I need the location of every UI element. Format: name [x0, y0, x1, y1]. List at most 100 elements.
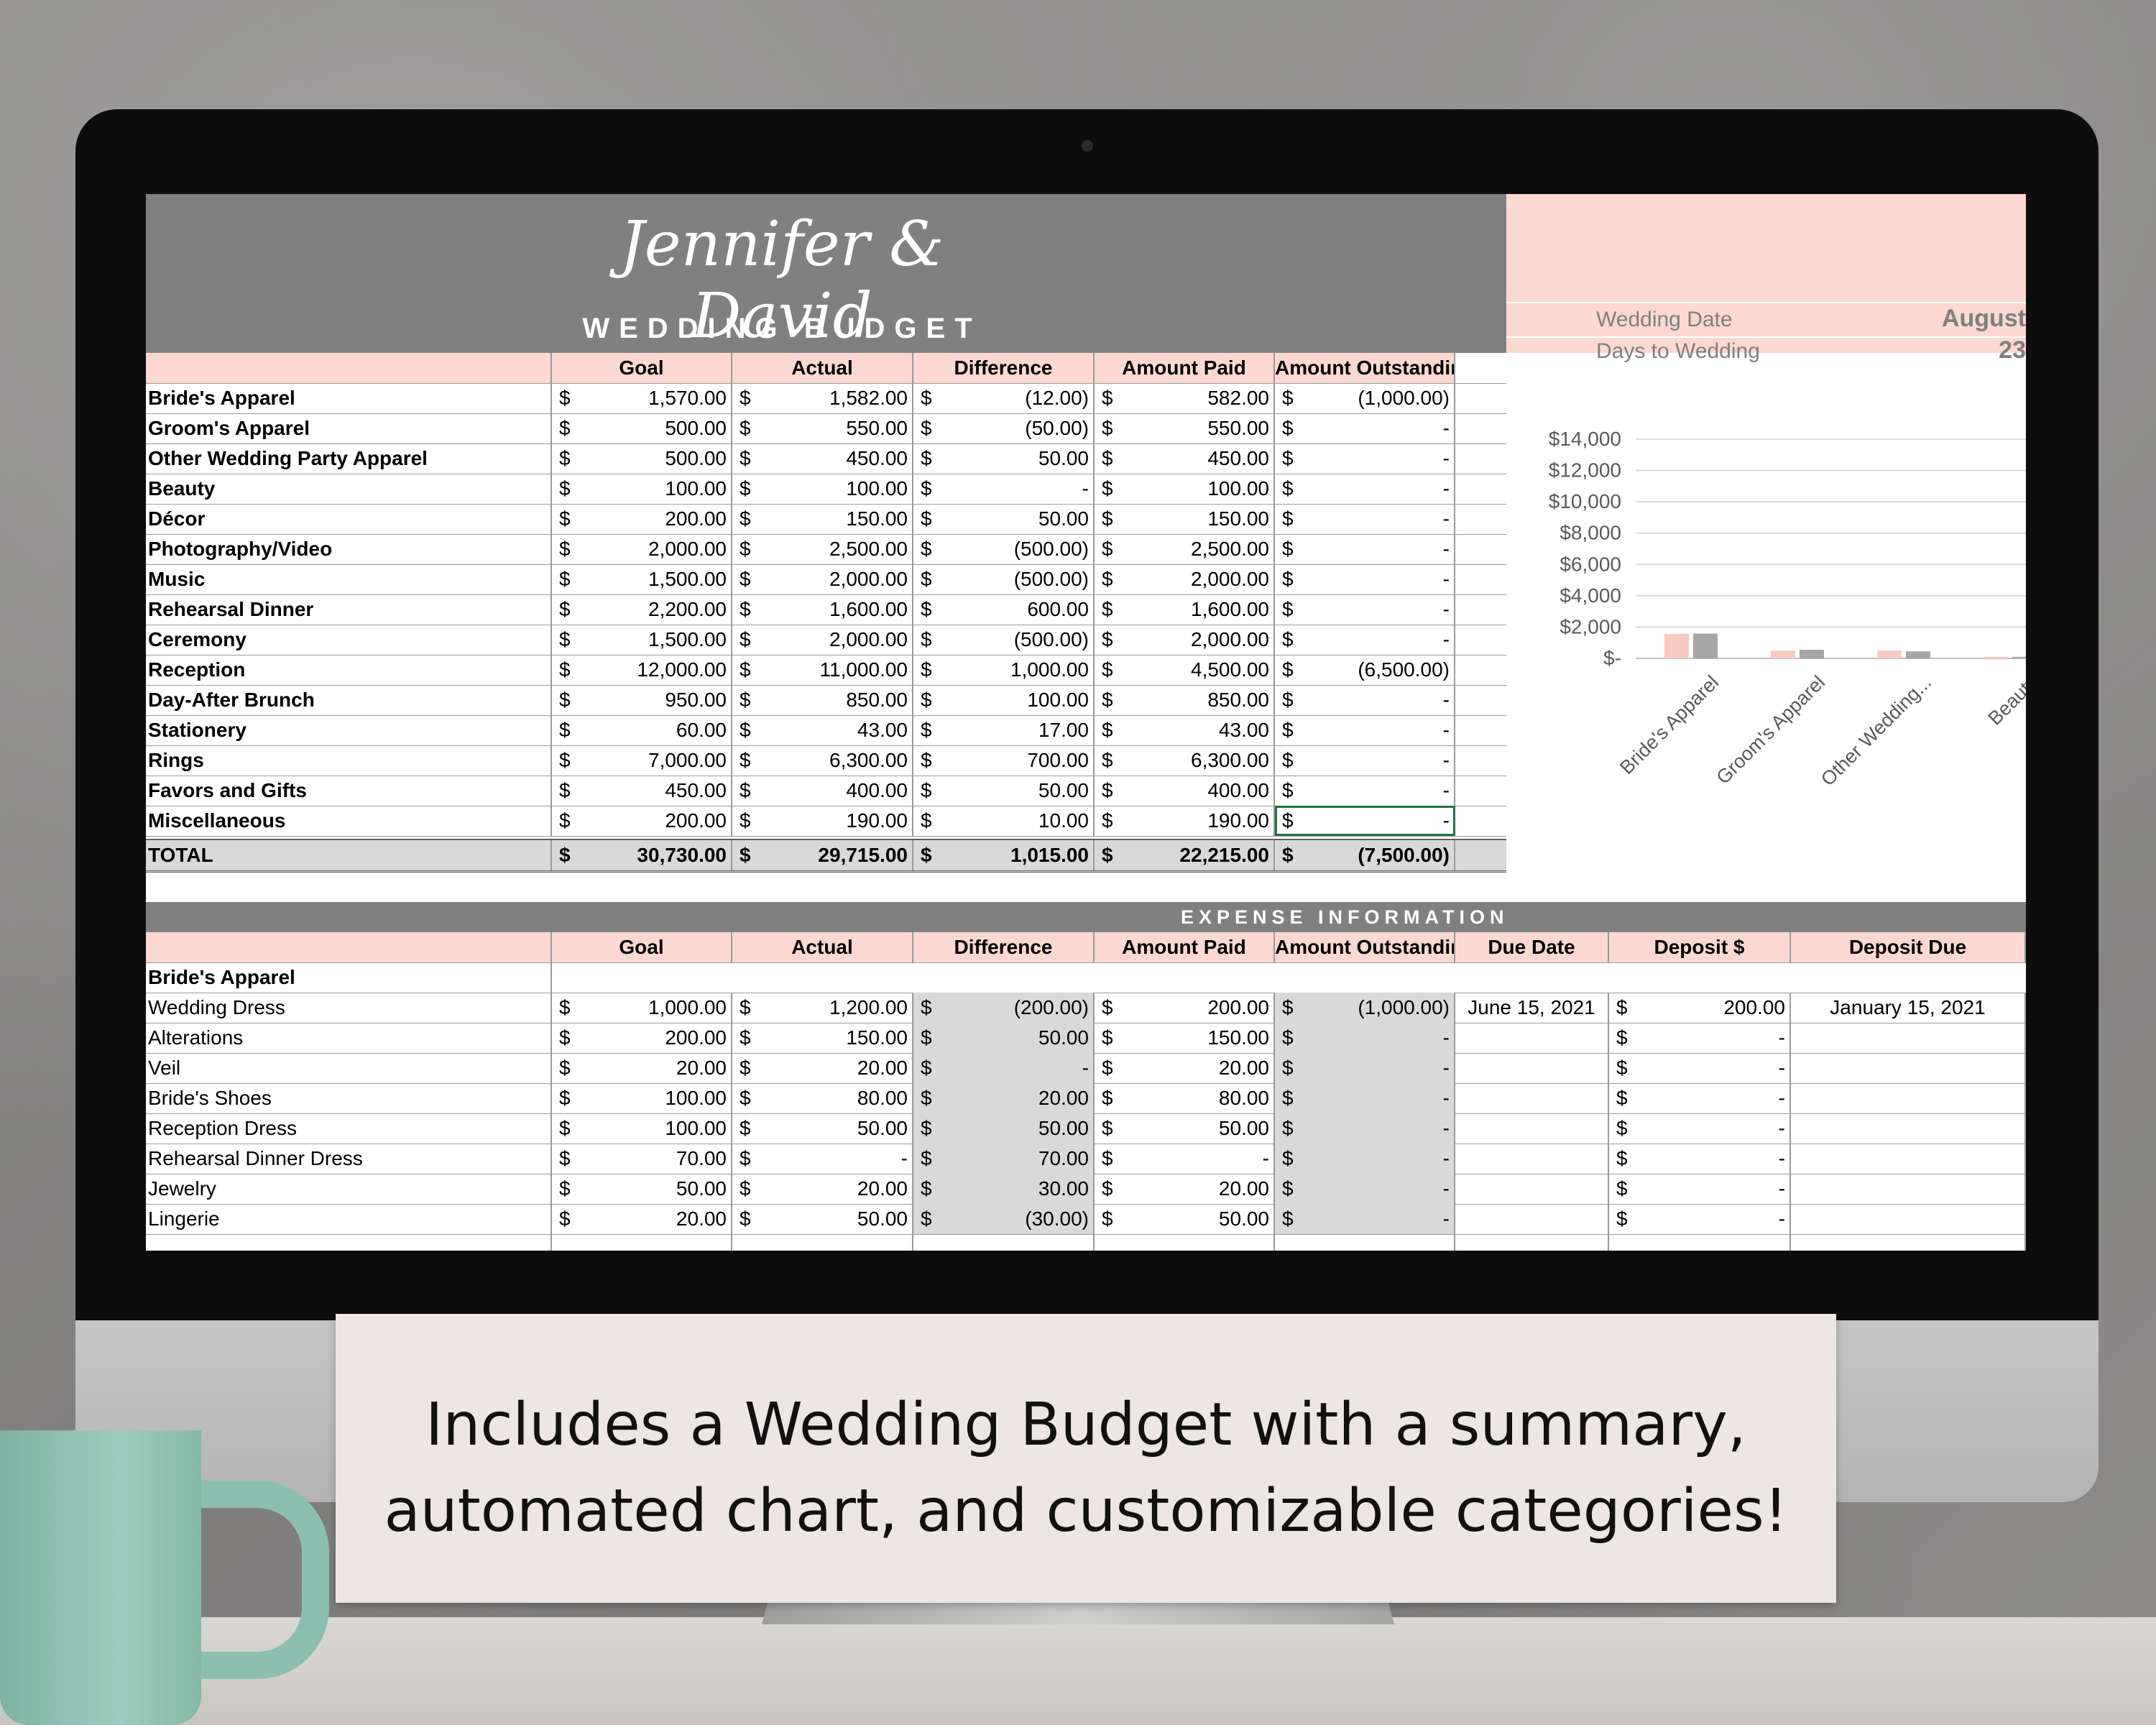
amount-cell[interactable]: $- — [1609, 1023, 1791, 1053]
due-date-cell[interactable]: June 15, 2021 — [1455, 993, 1609, 1023]
amount-cell[interactable]: $2,500.00 — [1095, 534, 1275, 564]
amount-cell[interactable]: $150.00 — [732, 504, 913, 534]
category-name[interactable]: Music — [146, 564, 552, 594]
amount-cell[interactable]: $450.00 — [1095, 443, 1275, 474]
amount-cell[interactable]: $100.00 — [913, 685, 1095, 715]
amount-cell[interactable]: $60.00 — [552, 715, 732, 745]
amount-cell[interactable]: $550.00 — [732, 413, 913, 443]
amount-cell[interactable]: $1,600.00 — [1095, 594, 1275, 625]
amount-cell[interactable]: $43.00 — [732, 715, 913, 745]
amount-cell[interactable]: $- — [1275, 715, 1455, 745]
category-name[interactable]: Bride's Apparel — [146, 383, 552, 413]
amount-cell[interactable]: $7,000.00 — [552, 745, 732, 776]
amount-cell[interactable]: $- — [1609, 1083, 1791, 1113]
amount-cell[interactable]: $150.00 — [1095, 1023, 1275, 1053]
due-date-cell[interactable] — [1455, 1053, 1609, 1083]
amount-cell[interactable]: $2,000.00 — [1095, 564, 1275, 594]
amount-cell[interactable]: $1,500.00 — [552, 564, 732, 594]
item-name[interactable]: Bride's Shoes — [146, 1083, 552, 1113]
amount-cell[interactable]: $(30.00) — [913, 1204, 1095, 1234]
amount-cell[interactable]: $(1,000.00) — [1275, 383, 1455, 413]
amount-cell[interactable]: $20.00 — [552, 1204, 732, 1234]
category-name[interactable]: Favors and Gifts — [146, 776, 552, 806]
category-name[interactable]: Décor — [146, 504, 552, 534]
due-date-cell[interactable] — [1455, 1204, 1609, 1234]
amount-cell[interactable]: $850.00 — [1095, 685, 1275, 715]
category-name[interactable]: Stationery — [146, 715, 552, 745]
amount-cell[interactable]: $- — [1275, 806, 1455, 836]
amount-cell[interactable]: $50.00 — [732, 1204, 913, 1234]
amount-cell[interactable]: $100.00 — [552, 474, 732, 504]
amount-cell[interactable]: $(12.00) — [913, 383, 1095, 413]
amount-cell[interactable]: $30.00 — [913, 1174, 1095, 1204]
bar[interactable] — [1771, 650, 1795, 658]
amount-cell[interactable]: $22,215.00 — [1095, 840, 1275, 870]
amount-cell[interactable]: $(500.00) — [913, 625, 1095, 655]
item-name[interactable]: Reception Dress — [146, 1113, 552, 1144]
amount-cell[interactable]: $50.00 — [732, 1113, 913, 1144]
amount-cell[interactable]: $600.00 — [913, 594, 1095, 625]
item-name[interactable]: Veil — [146, 1053, 552, 1083]
amount-cell[interactable]: $20.00 — [732, 1053, 913, 1083]
amount-cell[interactable]: $- — [1275, 1174, 1455, 1204]
due-date-cell[interactable] — [1455, 1113, 1609, 1144]
partial-cell[interactable] — [146, 1234, 552, 1251]
category-name[interactable]: Rings — [146, 745, 552, 776]
partial-cell[interactable] — [1095, 1234, 1275, 1251]
amount-cell[interactable]: $50.00 — [913, 504, 1095, 534]
amount-cell[interactable]: $2,000.00 — [732, 625, 913, 655]
amount-cell[interactable]: $(500.00) — [913, 534, 1095, 564]
amount-cell[interactable]: $- — [1275, 1204, 1455, 1234]
amount-cell[interactable]: $80.00 — [1095, 1083, 1275, 1113]
amount-cell[interactable]: $20.00 — [913, 1083, 1095, 1113]
amount-cell[interactable]: $550.00 — [1095, 413, 1275, 443]
partial-cell[interactable] — [732, 1234, 913, 1251]
blank-cell[interactable] — [913, 962, 1095, 993]
amount-cell[interactable]: $- — [1275, 474, 1455, 504]
amount-cell[interactable]: $(7,500.00) — [1275, 840, 1455, 870]
amount-cell[interactable]: $400.00 — [1095, 776, 1275, 806]
amount-cell[interactable]: $190.00 — [732, 806, 913, 836]
category-name[interactable]: Ceremony — [146, 625, 552, 655]
amount-cell[interactable]: $10.00 — [913, 806, 1095, 836]
deposit-due-cell[interactable] — [1791, 1083, 2026, 1113]
amount-cell[interactable]: $50.00 — [1095, 1113, 1275, 1144]
item-name[interactable]: Wedding Dress — [146, 993, 552, 1023]
amount-cell[interactable]: $11,000.00 — [732, 655, 913, 685]
partial-cell[interactable] — [1455, 1234, 1609, 1251]
amount-cell[interactable]: $- — [1275, 534, 1455, 564]
due-date-cell[interactable] — [1455, 1174, 1609, 1204]
amount-cell[interactable]: $- — [1275, 745, 1455, 776]
amount-cell[interactable]: $- — [1275, 1023, 1455, 1053]
amount-cell[interactable]: $1,500.00 — [552, 625, 732, 655]
amount-cell[interactable]: $80.00 — [732, 1083, 913, 1113]
amount-cell[interactable]: $200.00 — [552, 504, 732, 534]
deposit-due-cell[interactable] — [1791, 1144, 2026, 1174]
amount-cell[interactable]: $- — [1275, 1144, 1455, 1174]
amount-cell[interactable]: $30,730.00 — [552, 840, 732, 870]
blank-cell[interactable] — [1095, 962, 1275, 993]
wedding-date-value[interactable]: August — [1942, 305, 2026, 333]
amount-cell[interactable]: $- — [1275, 625, 1455, 655]
amount-cell[interactable]: $450.00 — [552, 776, 732, 806]
amount-cell[interactable]: $1,200.00 — [732, 993, 913, 1023]
category-name[interactable]: Reception — [146, 655, 552, 685]
amount-cell[interactable]: $700.00 — [913, 745, 1095, 776]
blank-cell[interactable] — [552, 962, 732, 993]
amount-cell[interactable]: $50.00 — [913, 1113, 1095, 1144]
amount-cell[interactable]: $- — [1275, 1053, 1455, 1083]
amount-cell[interactable]: $200.00 — [552, 1023, 732, 1053]
amount-cell[interactable]: $- — [1609, 1144, 1791, 1174]
amount-cell[interactable]: $- — [1609, 1174, 1791, 1204]
amount-cell[interactable]: $20.00 — [732, 1174, 913, 1204]
amount-cell[interactable]: $850.00 — [732, 685, 913, 715]
amount-cell[interactable]: $50.00 — [913, 1023, 1095, 1053]
amount-cell[interactable]: $1,570.00 — [552, 383, 732, 413]
amount-cell[interactable]: $1,000.00 — [552, 993, 732, 1023]
amount-cell[interactable]: $- — [1275, 685, 1455, 715]
amount-cell[interactable]: $43.00 — [1095, 715, 1275, 745]
amount-cell[interactable]: $- — [1275, 443, 1455, 474]
amount-cell[interactable]: $6,300.00 — [732, 745, 913, 776]
amount-cell[interactable]: $- — [1275, 564, 1455, 594]
category-name[interactable]: Groom's Apparel — [146, 413, 552, 443]
